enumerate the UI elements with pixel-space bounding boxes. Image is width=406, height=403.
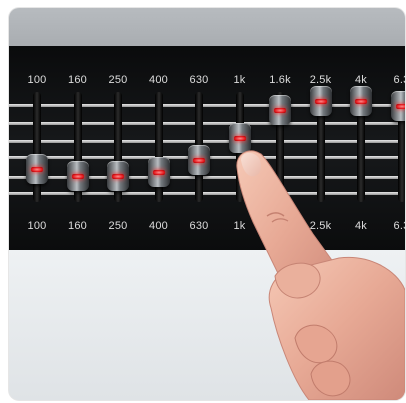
product-photo: 1001001601602502504004006306301k1k1.6k1.… [9, 8, 405, 400]
pointing-hand-image [236, 150, 405, 400]
